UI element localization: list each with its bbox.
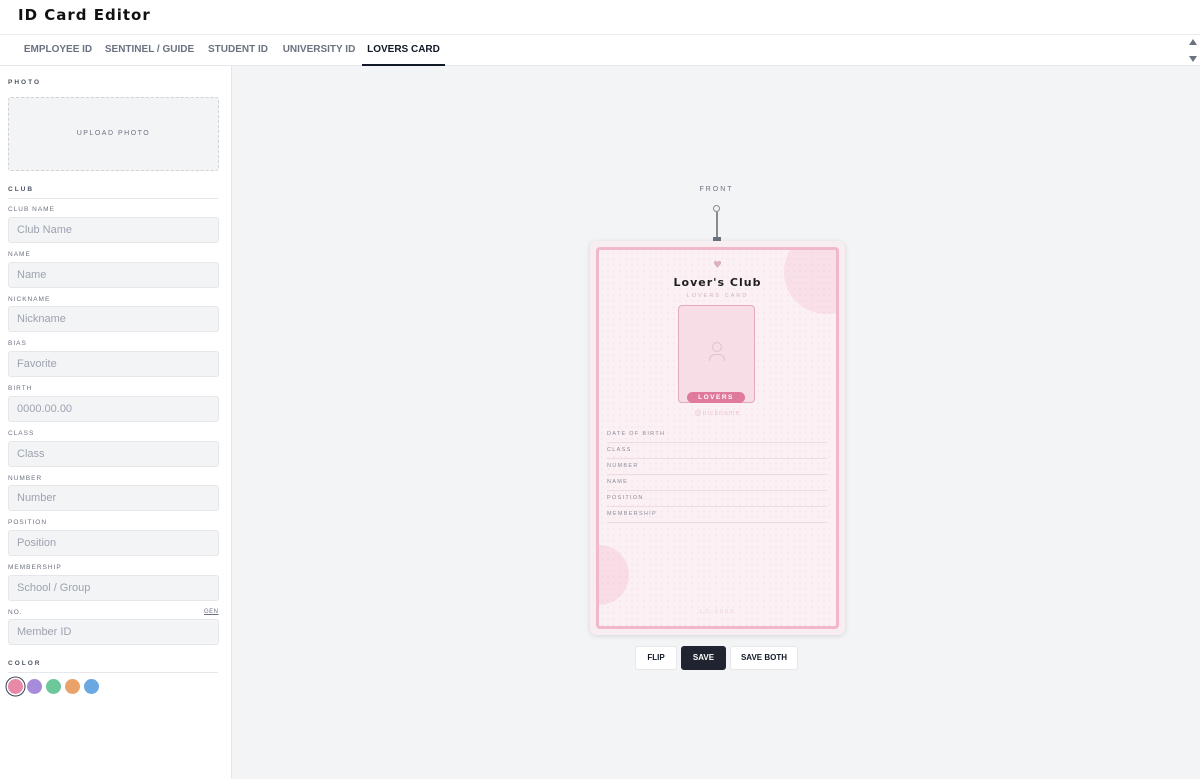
- member-no-label: NO.: [8, 609, 23, 616]
- tab-university-id[interactable]: UNIVERSITY ID: [277, 35, 361, 66]
- color-swatch-green[interactable]: [46, 679, 61, 694]
- number-label: NUMBER: [8, 475, 43, 482]
- club-name-label: CLUB NAME: [8, 206, 55, 213]
- card-row-position: POSITION: [607, 491, 827, 507]
- section-divider: [8, 198, 218, 199]
- club-name-input[interactable]: [8, 217, 219, 243]
- card-badge: LOVERS: [687, 392, 745, 403]
- number-input[interactable]: [8, 485, 219, 511]
- user-icon: [709, 342, 725, 364]
- save-button[interactable]: SAVE: [681, 646, 726, 670]
- bias-label: BIAS: [8, 340, 27, 347]
- bias-input[interactable]: [8, 351, 219, 377]
- color-section-title: COLOR: [8, 660, 42, 667]
- position-label: POSITION: [8, 519, 48, 526]
- photo-section-title: PHOTO: [8, 79, 41, 86]
- card-row-name: NAME: [607, 475, 827, 491]
- card-row-label: POSITION: [607, 495, 644, 501]
- card-photo-placeholder: [678, 305, 755, 403]
- upload-photo-button[interactable]: UPLOAD PHOTO: [8, 97, 219, 171]
- flip-button[interactable]: FLIP: [635, 646, 677, 670]
- tab-bar: EMPLOYEE ID SENTINEL / GUIDE STUDENT ID …: [0, 35, 1200, 66]
- member-id-input[interactable]: [8, 619, 219, 645]
- tab-scroll[interactable]: [1188, 37, 1198, 65]
- class-label: CLASS: [8, 430, 35, 437]
- lanyard-ring: [713, 205, 720, 212]
- scroll-up-icon[interactable]: [1189, 39, 1197, 45]
- save-both-button[interactable]: SAVE BOTH: [730, 646, 798, 670]
- card-row-membership: MEMBERSHIP: [607, 507, 827, 523]
- preview-area: FRONT ♥ Lover's Club LOVERS CARD LOVERS …: [233, 66, 1200, 779]
- app-title: ID Card Editor: [18, 6, 151, 24]
- card-row-label: NUMBER: [607, 463, 639, 469]
- nickname-input[interactable]: [8, 306, 219, 332]
- tab-sentinel-guide[interactable]: SENTINEL / GUIDE: [100, 35, 199, 66]
- id-card-front[interactable]: ♥ Lover's Club LOVERS CARD LOVERS @nickn…: [590, 241, 845, 635]
- card-club-title: Lover's Club: [673, 276, 762, 289]
- membership-label: MEMBERSHIP: [8, 564, 62, 571]
- top-bar: ID Card Editor: [0, 0, 1200, 35]
- membership-input[interactable]: [8, 575, 219, 601]
- birth-label: BIRTH: [8, 385, 33, 392]
- card-row-label: MEMBERSHIP: [607, 511, 657, 517]
- name-label: NAME: [8, 251, 31, 258]
- tab-student-id[interactable]: STUDENT ID: [201, 35, 275, 66]
- heart-icon: ♥: [713, 260, 722, 271]
- section-divider: [8, 672, 218, 673]
- card-row-label: NAME: [607, 479, 629, 485]
- color-swatch-pink[interactable]: [8, 679, 23, 694]
- color-swatch-blue[interactable]: [84, 679, 99, 694]
- tab-lovers-card[interactable]: LOVERS CARD: [362, 35, 445, 66]
- club-section-title: CLUB: [8, 186, 35, 193]
- card-subtitle: LOVERS CARD: [686, 293, 749, 299]
- scroll-down-icon[interactable]: [1189, 56, 1197, 62]
- lanyard-strap: [716, 212, 718, 238]
- card-row-class: CLASS: [607, 443, 827, 459]
- editor-sidebar: PHOTO UPLOAD PHOTO CLUB CLUB NAME NAME N…: [0, 66, 232, 779]
- nickname-label: NICKNAME: [8, 296, 51, 303]
- card-nickname: @nickname: [694, 410, 741, 417]
- decor-circle: [599, 545, 629, 605]
- card-frame: ♥ Lover's Club LOVERS CARD LOVERS @nickn…: [596, 247, 839, 629]
- birth-input[interactable]: [8, 396, 219, 422]
- color-swatch-purple[interactable]: [27, 679, 42, 694]
- name-input[interactable]: [8, 262, 219, 288]
- tab-employee-id[interactable]: EMPLOYEE ID: [18, 35, 98, 66]
- position-input[interactable]: [8, 530, 219, 556]
- generate-id-link[interactable]: GEN: [204, 609, 219, 615]
- card-number: LC-0000: [699, 609, 736, 615]
- color-swatch-orange[interactable]: [65, 679, 80, 694]
- card-row-number: NUMBER: [607, 459, 827, 475]
- class-input[interactable]: [8, 441, 219, 467]
- card-row-label: CLASS: [607, 447, 632, 453]
- card-row-date-of-birth: DATE OF BIRTH: [607, 427, 827, 443]
- card-side-label: FRONT: [699, 186, 734, 193]
- card-row-label: DATE OF BIRTH: [607, 431, 666, 437]
